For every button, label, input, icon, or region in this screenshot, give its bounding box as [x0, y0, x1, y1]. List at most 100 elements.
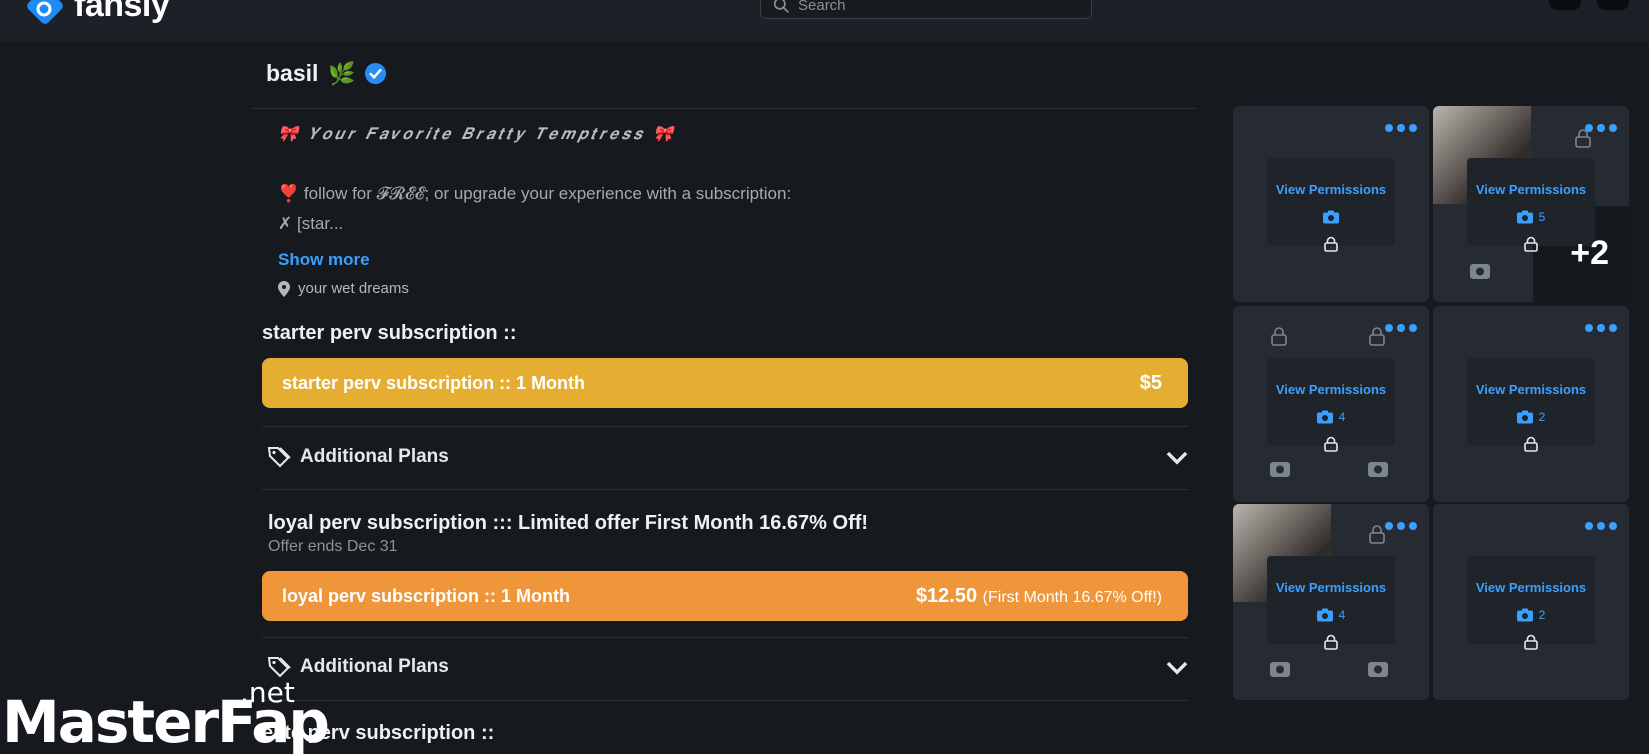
camera-icon: [1323, 210, 1339, 224]
more-options-icon[interactable]: [1385, 522, 1417, 530]
media-count-text: 4: [1338, 410, 1346, 424]
camera-icon: [1316, 410, 1333, 424]
view-permissions-link[interactable]: View Permissions: [1433, 580, 1629, 595]
plan-label: loyal perv subscription :: 1 Month: [282, 585, 571, 606]
view-permissions-link[interactable]: View Permissions: [1233, 382, 1429, 397]
camera-icon: [1516, 410, 1533, 424]
media-tile[interactable]: View Permissions 5 +2: [1433, 106, 1629, 302]
permissions-overlay: [1467, 358, 1595, 446]
more-options-icon[interactable]: [1585, 124, 1617, 132]
top-bar: fansly Search: [0, 0, 1649, 42]
location-pin-icon: [278, 280, 290, 297]
camera-icon: [1368, 462, 1388, 477]
fansly-logo[interactable]: fansly: [22, 0, 170, 25]
additional-plans-toggle[interactable]: Additional Plans: [266, 653, 1190, 681]
divider: [262, 637, 1188, 638]
more-media-count: +2: [1570, 234, 1609, 272]
location: your wet dreams: [278, 280, 409, 297]
permissions-overlay: [1467, 556, 1595, 644]
lock-icon: [1324, 436, 1338, 452]
more-options-icon[interactable]: [1585, 522, 1617, 530]
additional-plans-label: Additional Plans: [300, 446, 449, 467]
media-tile[interactable]: View Permissions 2: [1433, 504, 1629, 700]
divider: [262, 700, 1188, 701]
lock-icon: [1524, 436, 1538, 452]
media-tile[interactable]: View Permissions 4: [1233, 504, 1429, 700]
lock-icon: [1369, 327, 1385, 346]
media-count: 4: [1233, 608, 1429, 622]
divider: [262, 489, 1188, 490]
view-permissions-link[interactable]: View Permissions: [1233, 580, 1429, 595]
media-count-text: 5: [1538, 210, 1546, 224]
permissions-overlay: [1267, 158, 1395, 246]
logo-text: fansly: [74, 0, 170, 24]
camera-icon: [1470, 264, 1490, 279]
location-text: your wet dreams: [298, 280, 409, 297]
bio-follow-line: ❣️ follow for 𝓕𝓡𝓔𝓔; or upgrade your expe…: [278, 184, 792, 203]
lock-icon: [1324, 236, 1338, 252]
permissions-overlay: [1267, 358, 1395, 446]
media-count-text: 4: [1338, 608, 1346, 622]
notifications-icon[interactable]: [1549, 0, 1581, 10]
permissions-overlay: [1267, 556, 1395, 644]
chevron-down-icon: [1166, 451, 1188, 465]
media-count: 2: [1433, 410, 1629, 424]
media-count-text: 2: [1538, 410, 1546, 424]
tag-icon: [267, 447, 291, 468]
camera-icon: [1316, 608, 1333, 622]
permissions-overlay: [1467, 158, 1595, 246]
search-input[interactable]: Search: [760, 0, 1092, 19]
lock-icon: [1369, 525, 1385, 544]
verified-badge-icon: [364, 62, 386, 85]
fansly-logo-icon: [22, 0, 68, 24]
show-more-link[interactable]: Show more: [278, 250, 370, 270]
more-options-icon[interactable]: [1385, 124, 1417, 132]
camera-icon: [1368, 662, 1388, 677]
media-count: [1233, 210, 1429, 224]
plan-price: $5: [1139, 371, 1162, 394]
subscription-title: loyal perv subscription ::: Limited offe…: [268, 512, 869, 534]
additional-plans-toggle[interactable]: Additional Plans: [266, 443, 1190, 471]
more-options-icon[interactable]: [1385, 324, 1417, 332]
plan-price-group: $12.50 (First Month 16.67% Off!): [916, 585, 1162, 608]
subscription-plan-button[interactable]: starter perv subscription :: 1 Month $5: [262, 358, 1188, 408]
top-icons: [1549, 0, 1629, 10]
more-options-icon[interactable]: [1585, 324, 1617, 332]
media-tile[interactable]: View Permissions 2: [1433, 306, 1629, 502]
search-icon: [773, 0, 789, 13]
camera-icon: [1270, 462, 1290, 477]
profile-menu-icon[interactable]: [1597, 0, 1629, 10]
profile-bio: 🎀 𝒀𝒐𝒖𝒓 𝑭𝒂𝒗𝒐𝒓𝒊𝒕𝒆 𝑩𝒓𝒂𝒕𝒕𝒚 𝑻𝒆𝒎𝒑𝒕𝒓𝒆𝒔𝒔 🎀 ❣️ fo…: [278, 124, 1158, 244]
view-permissions-link[interactable]: View Permissions: [1233, 182, 1429, 197]
media-tile[interactable]: View Permissions: [1233, 106, 1429, 302]
media-tile[interactable]: View Permissions 4: [1233, 306, 1429, 502]
view-permissions-link[interactable]: View Permissions: [1433, 182, 1629, 197]
profile-name: basil 🌿: [266, 60, 387, 87]
lock-icon: [1324, 634, 1338, 650]
profile-name-text: basil: [266, 60, 319, 86]
plan-label: starter perv subscription :: 1 Month: [282, 372, 586, 393]
bio-tagline: 🎀 𝒀𝒐𝒖𝒓 𝑭𝒂𝒗𝒐𝒓𝒊𝒕𝒆 𝑩𝒓𝒂𝒕𝒕𝒚 𝑻𝒆𝒎𝒑𝒕𝒓𝒆𝒔𝒔 🎀: [278, 124, 677, 143]
additional-plans-label: Additional Plans: [300, 656, 449, 677]
profile-name-emoji: 🌿: [328, 60, 356, 86]
bio-truncated-line: ✗ [star...: [278, 214, 344, 233]
lock-icon: [1524, 236, 1538, 252]
lock-icon: [1524, 634, 1538, 650]
plan-price-note: (First Month 16.67% Off!): [982, 588, 1162, 606]
media-count-text: 2: [1538, 608, 1546, 622]
watermark-text-c: .net: [240, 676, 295, 709]
camera-icon: [1270, 662, 1290, 677]
offer-ends-text: Offer ends Dec 31: [268, 538, 398, 555]
media-count: 5: [1433, 210, 1629, 224]
search-placeholder: Search: [798, 0, 846, 14]
watermark: MasterFap .net: [2, 676, 330, 754]
lock-icon: [1271, 327, 1287, 346]
view-permissions-link[interactable]: View Permissions: [1433, 382, 1629, 397]
chevron-down-icon: [1166, 661, 1188, 675]
plan-price: $12.50: [915, 584, 978, 607]
subscription-plan-button[interactable]: loyal perv subscription :: 1 Month $12.5…: [262, 571, 1188, 621]
media-grid: View Permissions View Permissions 5 +2 V…: [1233, 106, 1631, 700]
camera-icon: [1516, 210, 1533, 224]
watermark-text-a: Master: [2, 688, 219, 754]
media-count: 2: [1433, 608, 1629, 622]
